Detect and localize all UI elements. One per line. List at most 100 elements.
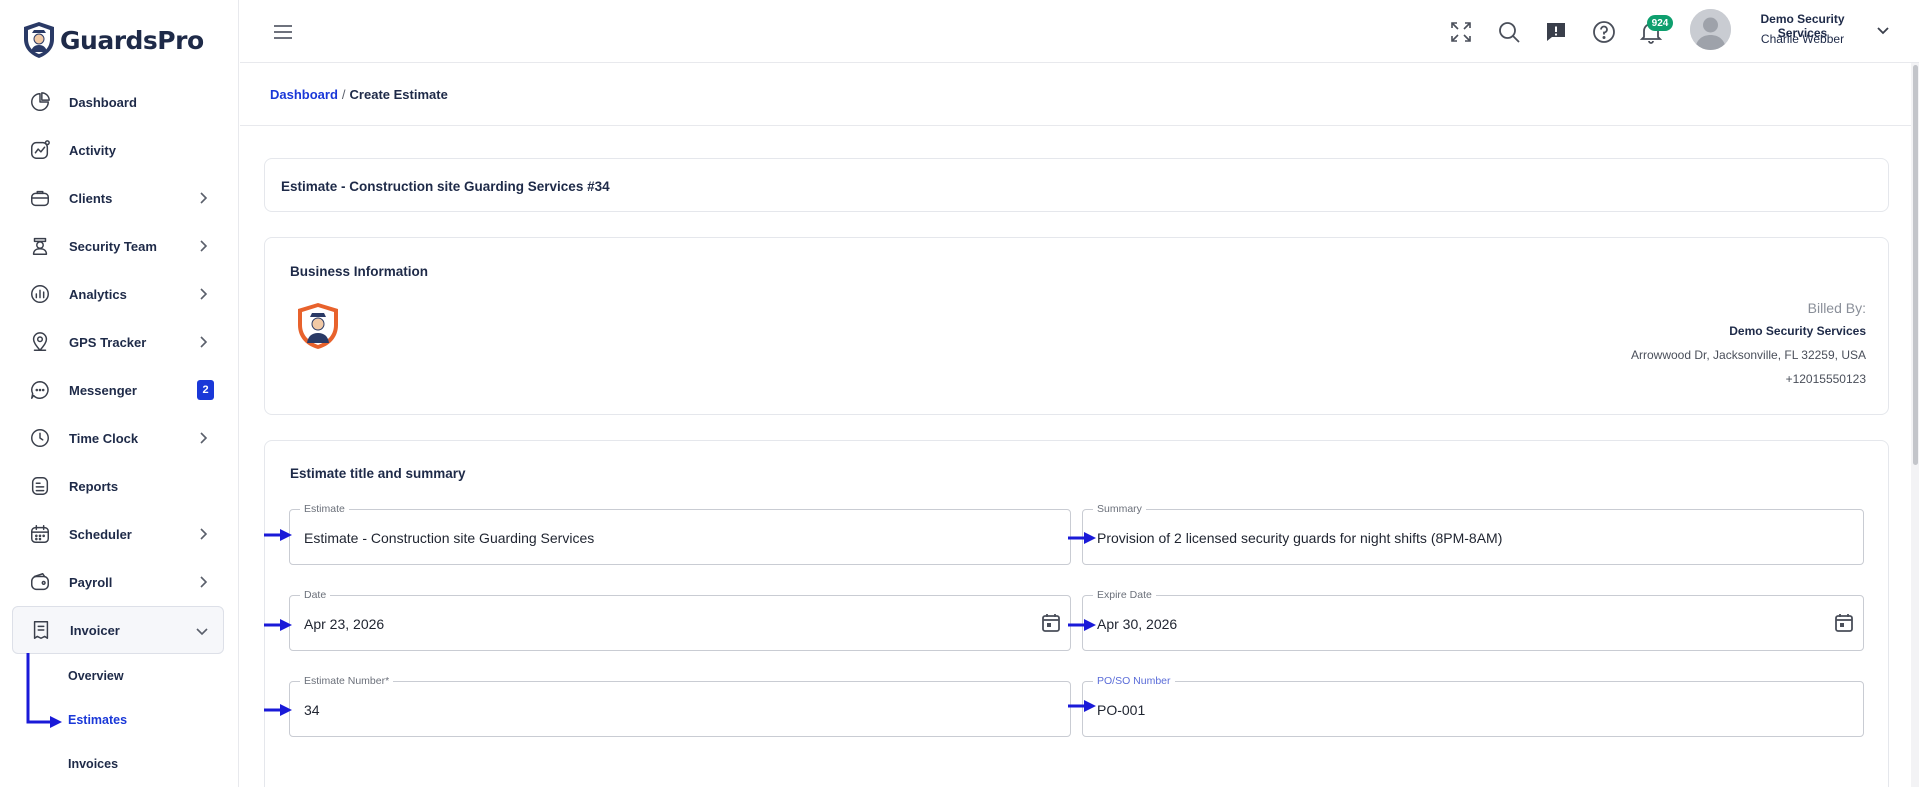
billed-by-company: Demo Security Services [1729,324,1866,338]
sidebar-item-label: Activity [69,142,116,158]
help-icon[interactable] [1591,19,1617,45]
sidebar-item-reports[interactable]: Reports [12,462,224,510]
scrollbar-thumb[interactable] [1913,65,1918,465]
clock-icon [28,426,52,450]
avatar[interactable] [1690,9,1731,50]
sidebar-item-label: Reports [69,478,119,494]
sidebar-item-dashboard[interactable]: Dashboard [12,78,224,126]
top-bar [240,0,1919,63]
po-so-number-field[interactable]: PO/SO Number PO-001 [1082,675,1864,737]
fullscreen-icon[interactable] [1448,19,1474,45]
field-value: Apr 30, 2026 [1097,616,1178,632]
sidebar-item-label: Clients [69,190,113,206]
chevron-right-icon [196,287,210,301]
field-value: 34 [304,702,320,718]
field-value: Provision of 2 licensed security guards … [1097,530,1503,546]
sidebar-item-messenger[interactable]: Messenger 2 [12,366,224,414]
sidebar-item-label: Invoicer [70,622,120,638]
calendar-icon[interactable] [1833,612,1855,634]
sidebar-item-label: Scheduler [69,526,132,542]
chevron-down-icon [195,624,209,638]
user-name: Charlie Webber [1760,32,1845,46]
field-value: Estimate - Construction site Guarding Se… [304,530,595,546]
sidebar-item-analytics[interactable]: Analytics [12,270,224,318]
sidebar-item-label: Payroll [69,574,113,590]
invoicer-icon [29,618,53,642]
sidebar-item-label: Analytics [69,286,127,302]
estimate-title-field[interactable]: Estimate Estimate - Construction site Gu… [289,503,1071,565]
sidebar-item-label: Messenger [69,382,137,398]
sidebar-item-label: Time Clock [69,430,139,446]
payroll-icon [28,570,52,594]
field-label: PO/SO Number [1093,675,1175,687]
business-logo-icon [298,303,338,349]
dashboard-icon [28,90,52,114]
chevron-right-icon [196,431,210,445]
messenger-icon [28,378,52,402]
breadcrumb-bar: Dashboard / Create Estimate [240,63,1911,126]
guardspro-logo-icon [24,22,54,58]
sidebar-item-payroll[interactable]: Payroll [12,558,224,606]
field-label: Summary [1093,503,1146,515]
billed-by-label: Billed By: [1807,300,1866,316]
sidebar-item-security-team[interactable]: Security Team [12,222,224,270]
date-field[interactable]: Date Apr 23, 2026 [289,589,1071,651]
annotation-bracket-arrow [26,653,62,728]
chevron-right-icon [196,239,210,253]
field-label: Date [300,589,331,601]
analytics-icon [28,282,52,306]
estimate-number-field[interactable]: Estimate Number* 34 [289,675,1071,737]
field-value: PO-001 [1097,702,1146,718]
field-label: Estimate [300,503,349,515]
chevron-right-icon [196,335,210,349]
chevron-right-icon [196,575,210,589]
annotation-arrow [1068,700,1096,712]
feedback-icon[interactable] [1543,19,1569,45]
calendar-icon[interactable] [1040,612,1062,634]
security-team-icon [28,234,52,258]
page-title: Estimate - Construction site Guarding Se… [281,179,610,194]
sidebar-item-label: Security Team [69,238,157,254]
notification-count-badge: 924 [1647,15,1673,31]
breadcrumb-current: Create Estimate [349,87,448,102]
summary-field[interactable]: Summary Provision of 2 licensed security… [1082,503,1864,565]
sidebar-item-gps-tracker[interactable]: GPS Tracker [12,318,224,366]
billed-by-address: Arrowwood Dr, Jacksonville, FL 32259, US… [1631,348,1866,362]
sidebar-item-time-clock[interactable]: Time Clock [12,414,224,462]
annotation-arrow [264,704,292,716]
activity-icon [28,138,52,162]
scheduler-icon [28,522,52,546]
sidebar-item-invoicer[interactable]: Invoicer [12,606,224,654]
page-scrollbar[interactable] [1911,63,1919,787]
field-value: Apr 23, 2026 [304,616,385,632]
field-label: Expire Date [1093,589,1156,601]
business-info-card: Business Information Billed By: Demo Sec… [264,237,1889,415]
breadcrumb-separator: / [341,87,346,102]
messenger-count-badge: 2 [197,380,214,400]
app-name: GuardsPro [60,25,204,55]
sidebar-item-label: Dashboard [69,94,137,110]
breadcrumb: Dashboard / Create Estimate [270,87,448,102]
sidebar-item-activity[interactable]: Activity [12,126,224,174]
sidebar-subitem-invoices[interactable]: Invoices [12,742,224,786]
reports-icon [28,474,52,498]
billed-by-phone: +12015550123 [1785,372,1866,386]
business-info-title: Business Information [290,264,429,279]
search-icon[interactable] [1496,19,1522,45]
annotation-arrow [264,529,292,541]
chevron-down-icon[interactable] [1876,23,1890,37]
estimate-summary-title: Estimate title and summary [290,466,466,481]
field-label: Estimate Number* [300,675,394,687]
expire-date-field[interactable]: Expire Date Apr 30, 2026 [1082,589,1864,651]
sidebar-item-clients[interactable]: Clients [12,174,224,222]
annotation-arrow [1068,619,1096,631]
sidebar-item-label: GPS Tracker [69,334,147,350]
sidebar-item-scheduler[interactable]: Scheduler [12,510,224,558]
annotation-arrow [1068,532,1096,544]
chevron-right-icon [196,527,210,541]
breadcrumb-link-dashboard[interactable]: Dashboard [270,87,338,102]
sidebar: GuardsPro Dashboard Activity Clients Sec… [0,0,239,787]
app-logo[interactable]: GuardsPro [22,20,204,60]
gps-icon [28,330,52,354]
menu-icon[interactable] [272,21,294,43]
